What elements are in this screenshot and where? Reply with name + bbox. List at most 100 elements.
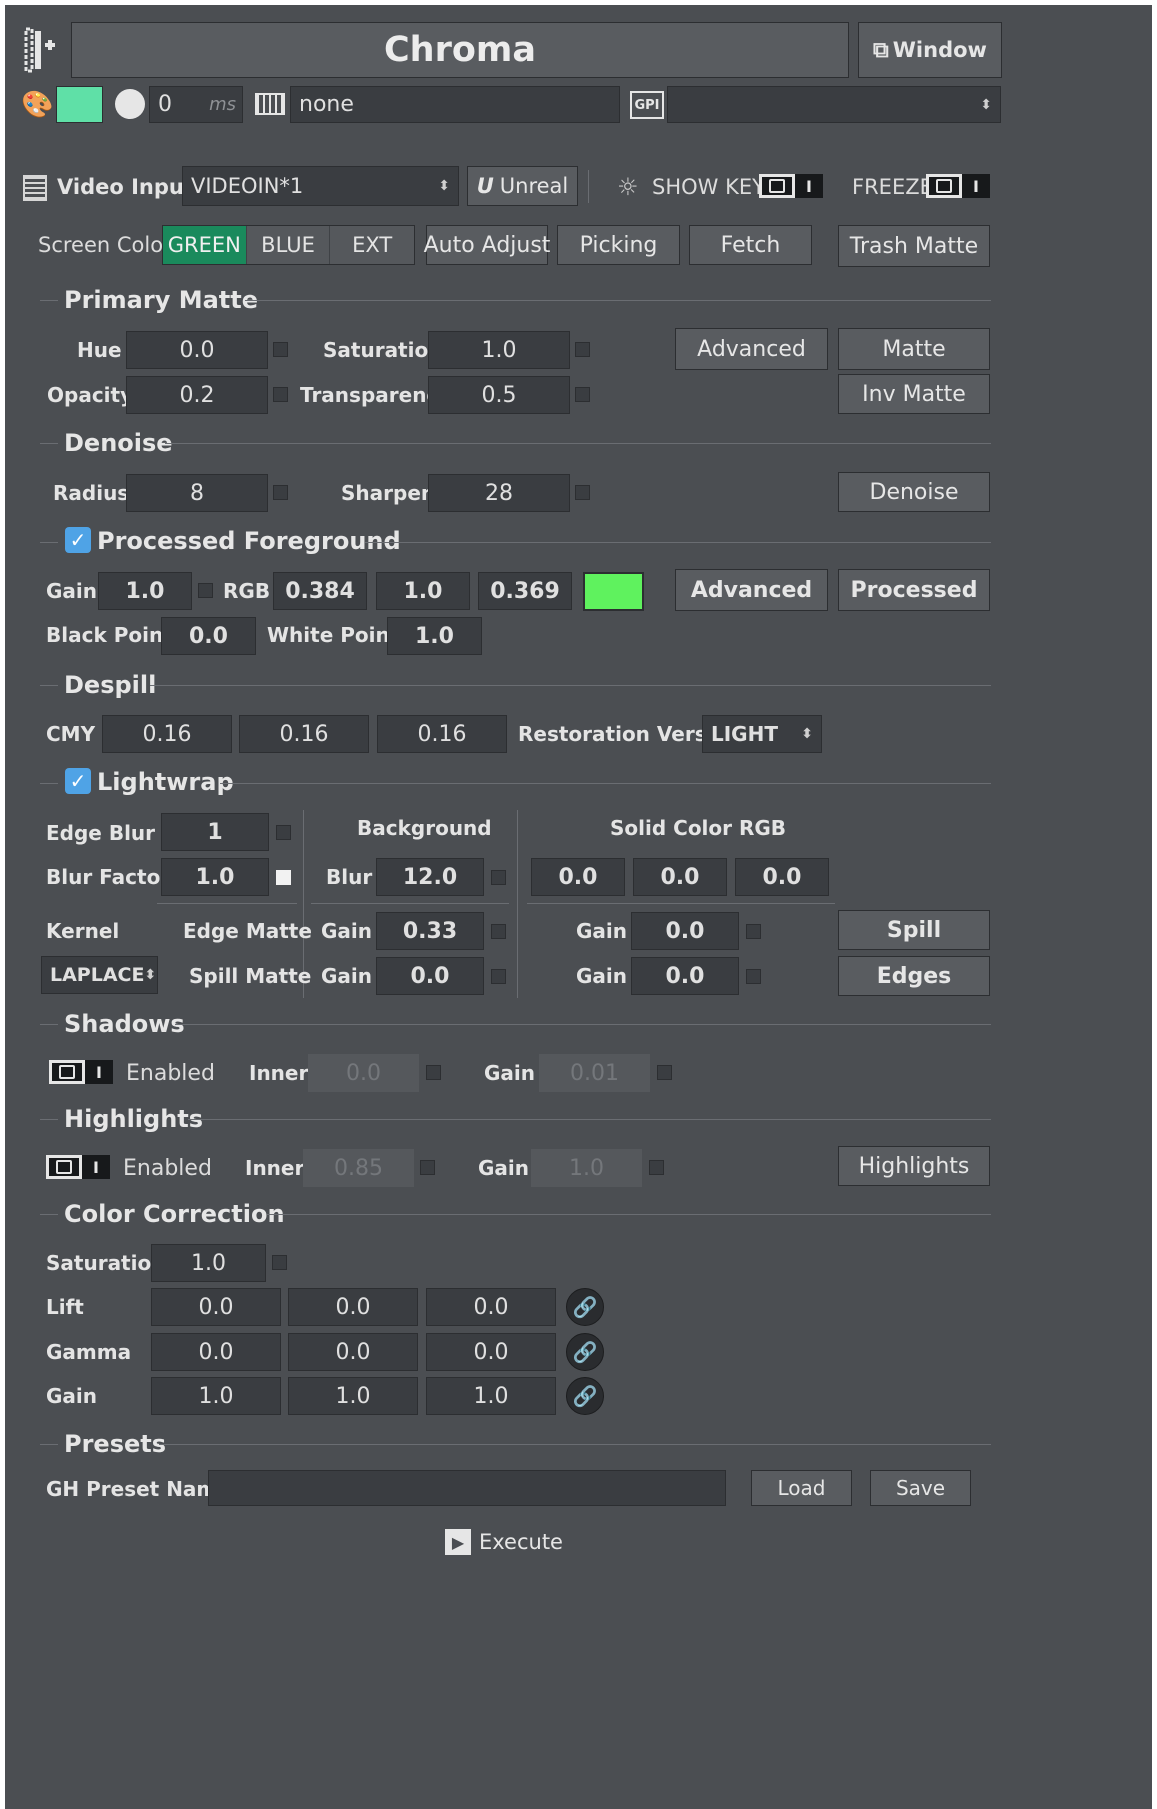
cc-gain-r-input[interactable]: 1.0 xyxy=(151,1377,281,1415)
opacity-keyframe-box[interactable] xyxy=(273,387,288,402)
radius-input[interactable]: 8 xyxy=(126,474,268,512)
sharpen-keyframe-box[interactable] xyxy=(575,485,590,500)
shadows-inner-keyframe-box[interactable] xyxy=(426,1065,441,1080)
spill-button[interactable]: Spill xyxy=(838,910,990,950)
edge-solid-gain-keyframe-box[interactable] xyxy=(746,924,761,939)
saturation-keyframe-box[interactable] xyxy=(575,342,590,357)
solid-g-input[interactable]: 0.0 xyxy=(633,858,727,896)
gain-link-icon[interactable]: 🔗 xyxy=(566,1377,604,1415)
black-point-input[interactable]: 0.0 xyxy=(161,617,256,655)
load-button[interactable]: Load xyxy=(751,1470,852,1506)
palette-icon[interactable]: 🎨 xyxy=(21,90,53,120)
shadows-inner-input[interactable]: 0.0 xyxy=(308,1054,419,1092)
transparency-input[interactable]: 0.5 xyxy=(428,376,570,414)
blur-factor-keyframe-box[interactable] xyxy=(276,870,291,885)
solid-b-input[interactable]: 0.0 xyxy=(735,858,829,896)
screen-color-green[interactable]: GREEN xyxy=(163,226,247,264)
screen-color-blue[interactable]: BLUE xyxy=(247,226,331,264)
processed-button[interactable]: Processed xyxy=(838,569,990,611)
pf-b-input[interactable]: 0.369 xyxy=(478,572,572,610)
lightwrap-checkbox[interactable]: ✓ xyxy=(65,768,91,794)
pf-color-swatch[interactable] xyxy=(583,572,644,611)
gamma-r-input[interactable]: 0.0 xyxy=(151,1333,281,1371)
pf-advanced-button[interactable]: Advanced xyxy=(675,569,828,611)
pf-g-input[interactable]: 1.0 xyxy=(376,572,470,610)
highlights-button[interactable]: Highlights xyxy=(838,1146,990,1186)
freeze-toggle[interactable]: I xyxy=(926,174,990,198)
gpi-select[interactable]: ⬍ xyxy=(667,86,1001,123)
cc-saturation-keyframe-box[interactable] xyxy=(272,1255,287,1270)
edge-bg-gain-input[interactable]: 0.33 xyxy=(376,912,484,950)
spill-bg-gain-input[interactable]: 0.0 xyxy=(376,957,484,995)
restoration-version-select[interactable]: LIGHT ⬍ xyxy=(702,715,822,753)
delay-input[interactable]: 0 ms xyxy=(149,86,243,123)
advanced-matte-button[interactable]: Advanced xyxy=(675,328,828,370)
cc-saturation-input[interactable]: 1.0 xyxy=(151,1244,266,1282)
saturation-input[interactable]: 1.0 xyxy=(428,331,570,369)
edge-solid-gain-input[interactable]: 0.0 xyxy=(631,912,739,950)
denoise-button[interactable]: Denoise xyxy=(838,472,990,512)
blur-factor-input[interactable]: 1.0 xyxy=(161,858,269,896)
spill-bg-gain-keyframe-box[interactable] xyxy=(491,969,506,984)
highlights-gain-keyframe-box[interactable] xyxy=(649,1160,664,1175)
gh-preset-name-input[interactable] xyxy=(208,1470,726,1506)
edges-button[interactable]: Edges xyxy=(838,956,990,996)
gamma-b-input[interactable]: 0.0 xyxy=(426,1333,556,1371)
shadows-enabled-toggle[interactable]: I xyxy=(49,1060,113,1084)
lift-g-input[interactable]: 0.0 xyxy=(288,1288,418,1326)
highlights-inner-input[interactable]: 0.85 xyxy=(303,1149,414,1187)
unreal-button[interactable]: U Unreal xyxy=(467,166,578,206)
edge-blur-keyframe-box[interactable] xyxy=(276,825,291,840)
gamma-g-input[interactable]: 0.0 xyxy=(288,1333,418,1371)
lift-b-input[interactable]: 0.0 xyxy=(426,1288,556,1326)
hue-input[interactable]: 0.0 xyxy=(126,331,268,369)
trash-matte-button[interactable]: Trash Matte xyxy=(838,225,990,267)
video-input-select[interactable]: VIDEOIN*1 ⬍ xyxy=(182,166,459,206)
execute-button[interactable]: ▶ Execute xyxy=(445,1525,571,1559)
kernel-select[interactable]: LAPLACE ⬍ xyxy=(41,956,158,994)
bg-blur-input[interactable]: 12.0 xyxy=(376,858,484,896)
inv-matte-button[interactable]: Inv Matte xyxy=(838,374,990,414)
radius-keyframe-box[interactable] xyxy=(273,485,288,500)
cc-gain-g-input[interactable]: 1.0 xyxy=(288,1377,418,1415)
opacity-input[interactable]: 0.2 xyxy=(126,376,268,414)
fetch-button[interactable]: Fetch xyxy=(689,225,812,265)
pf-gain-input[interactable]: 1.0 xyxy=(98,572,192,610)
edge-blur-input[interactable]: 1 xyxy=(161,813,269,851)
show-key-toggle[interactable]: I xyxy=(759,174,823,198)
matte-button[interactable]: Matte xyxy=(838,328,990,370)
lightwrap-title: Lightwrap xyxy=(97,768,234,796)
picking-button[interactable]: Picking xyxy=(557,225,680,265)
keyboard-input[interactable]: none xyxy=(290,86,620,123)
pf-r-input[interactable]: 0.384 xyxy=(273,572,367,610)
screen-color-ext[interactable]: EXT xyxy=(330,226,414,264)
solid-r-input[interactable]: 0.0 xyxy=(531,858,625,896)
auto-adjust-button[interactable]: Auto Adjust xyxy=(424,225,550,265)
pf-gain-keyframe-box[interactable] xyxy=(198,583,213,598)
transparency-keyframe-box[interactable] xyxy=(575,387,590,402)
color-swatch[interactable] xyxy=(56,86,103,123)
despill-y-input[interactable]: 0.16 xyxy=(377,715,507,753)
shadows-gain-keyframe-box[interactable] xyxy=(657,1065,672,1080)
shadows-gain-input[interactable]: 0.01 xyxy=(539,1054,650,1092)
add-panel-icon[interactable] xyxy=(23,27,59,73)
lift-r-input[interactable]: 0.0 xyxy=(151,1288,281,1326)
lift-link-icon[interactable]: 🔗 xyxy=(566,1288,604,1326)
edge-bg-gain-keyframe-box[interactable] xyxy=(491,924,506,939)
spill-solid-gain-input[interactable]: 0.0 xyxy=(631,957,739,995)
highlights-gain-input[interactable]: 1.0 xyxy=(531,1149,642,1187)
sharpen-input[interactable]: 28 xyxy=(428,474,570,512)
hue-keyframe-box[interactable] xyxy=(273,342,288,357)
despill-m-input[interactable]: 0.16 xyxy=(239,715,369,753)
despill-c-input[interactable]: 0.16 xyxy=(102,715,232,753)
save-button[interactable]: Save xyxy=(870,1470,971,1506)
processed-foreground-checkbox[interactable]: ✓ xyxy=(65,527,91,553)
highlights-inner-keyframe-box[interactable] xyxy=(420,1160,435,1175)
window-button[interactable]: ⧉ Window xyxy=(858,22,1002,78)
highlights-enabled-toggle[interactable]: I xyxy=(46,1155,110,1179)
spill-solid-gain-keyframe-box[interactable] xyxy=(746,969,761,984)
bg-blur-keyframe-box[interactable] xyxy=(491,870,506,885)
white-point-input[interactable]: 1.0 xyxy=(387,617,482,655)
cc-gain-b-input[interactable]: 1.0 xyxy=(426,1377,556,1415)
gamma-link-icon[interactable]: 🔗 xyxy=(566,1333,604,1371)
